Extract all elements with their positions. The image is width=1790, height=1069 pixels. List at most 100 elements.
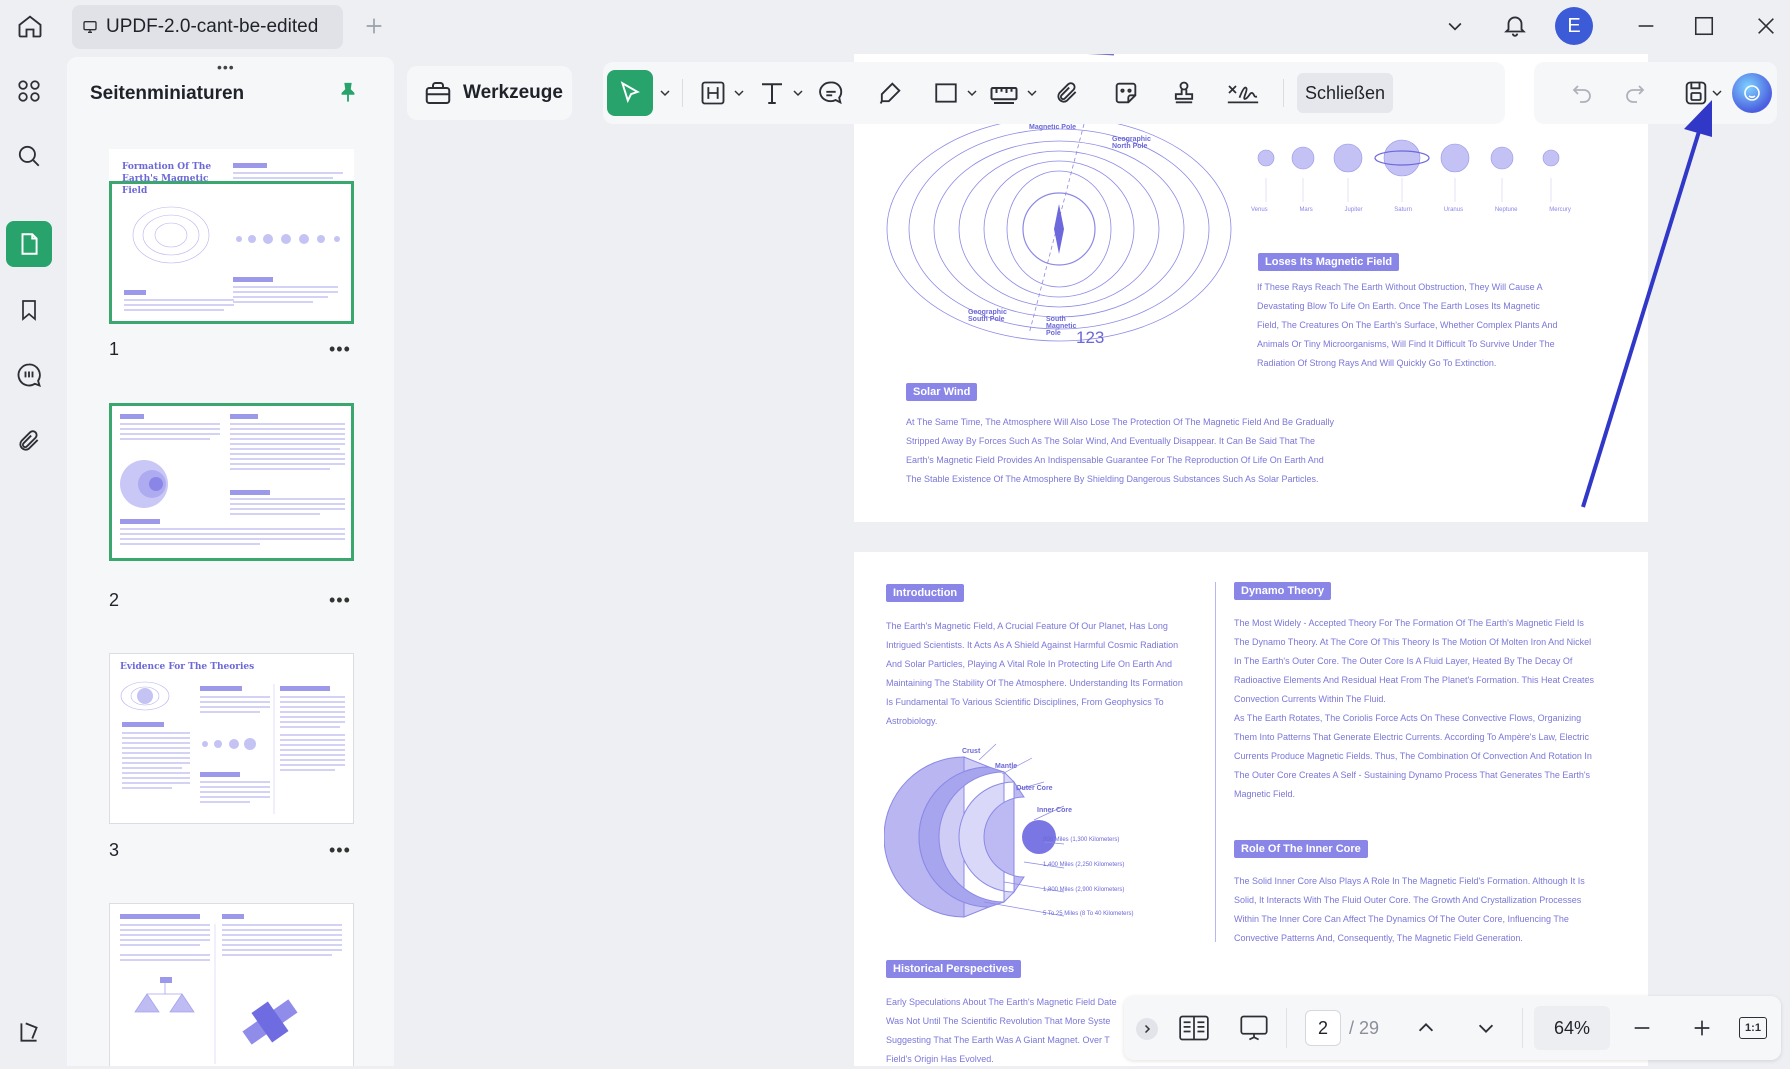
annotation-text[interactable]: 123 xyxy=(1076,328,1104,348)
chevron-down-icon[interactable] xyxy=(734,89,744,97)
planet-label: Mars xyxy=(1299,207,1313,213)
layer-label: Inner Core xyxy=(1037,807,1073,814)
ai-assistant-icon[interactable] xyxy=(1732,73,1772,113)
chevron-down-icon[interactable] xyxy=(967,89,977,97)
section-heading: Historical Perspectives xyxy=(886,960,1022,978)
tools-button[interactable]: Werkzeuge xyxy=(407,66,572,120)
text-line: Field's Origin Has Evolved. xyxy=(886,1054,994,1064)
close-toolbar-button[interactable]: Schließen xyxy=(1297,73,1393,113)
layer-label: Outer Core xyxy=(1016,785,1053,792)
planet-label: Venus xyxy=(1251,207,1268,213)
section-heading: Loses Its Magnetic Field xyxy=(1258,253,1400,271)
chevron-down-icon[interactable] xyxy=(1439,10,1471,42)
text-line: Field, The Creatures On The Earth's Surf… xyxy=(1257,320,1558,330)
thumb-content xyxy=(120,681,345,814)
text-line: If These Rays Reach The Earth Without Ob… xyxy=(1257,282,1543,292)
actual-size-button[interactable]: 1:1 xyxy=(1736,1010,1770,1046)
pin-icon[interactable] xyxy=(333,77,363,107)
loses-paragraph: If These Rays Reach The Earth Without Ob… xyxy=(1257,278,1597,373)
layers-icon[interactable] xyxy=(6,1009,52,1055)
comment-tool-icon[interactable] xyxy=(813,75,849,111)
home-icon[interactable] xyxy=(10,6,50,46)
layer-distance: 5 To 25 Miles (8 To 40 Kilometers) xyxy=(1043,911,1134,917)
close-window-icon[interactable] xyxy=(1750,10,1782,42)
left-rail xyxy=(0,54,58,1066)
monitor-icon xyxy=(82,19,98,35)
text-line: Solid, It Interacts With The Fluid Outer… xyxy=(1234,895,1582,905)
zoom-out-icon[interactable] xyxy=(1624,1010,1660,1046)
divider xyxy=(1286,1008,1287,1048)
page-layout-icon[interactable] xyxy=(1176,1010,1212,1046)
document-page-2: Introduction The Earth's Magnetic Field,… xyxy=(854,552,1648,1066)
avatar[interactable]: E xyxy=(1555,7,1593,45)
next-page-icon[interactable] xyxy=(1468,1010,1504,1046)
bookmark-icon[interactable] xyxy=(6,287,52,333)
zoom-in-icon[interactable] xyxy=(1684,1010,1720,1046)
comments-icon[interactable] xyxy=(6,352,52,398)
chevron-down-icon[interactable] xyxy=(660,89,670,97)
text-line: Earth's Magnetic Field Provides An Indis… xyxy=(906,455,1324,465)
paperclip-icon[interactable] xyxy=(1049,75,1085,111)
page-navigation-bar: 2 / 29 64% 1:1 xyxy=(1124,996,1781,1060)
highlight-tool-icon[interactable] xyxy=(695,75,731,111)
layer-distance: 1,400 Miles (2,250 Kilometers) xyxy=(1043,862,1125,868)
sticker-icon[interactable] xyxy=(1108,75,1144,111)
text-line: Stripped Away By Forces Such As The Sola… xyxy=(906,436,1316,446)
thumbnails-grid-icon[interactable] xyxy=(6,68,52,114)
text-line: Astrobiology. xyxy=(886,716,938,726)
text-line: Was Not Until The Scientific Revolution … xyxy=(886,1016,1111,1026)
text-line: Maintaining The Stability Of The Atmosph… xyxy=(886,678,1183,688)
text-line: Magnetic Field. xyxy=(1234,789,1296,799)
chevron-down-icon[interactable] xyxy=(1027,89,1037,97)
layer-label: Crust xyxy=(962,748,981,755)
text-line: The Earth's Magnetic Field, A Crucial Fe… xyxy=(886,621,1168,631)
measure-tool-icon[interactable] xyxy=(986,75,1022,111)
planet-labels: Venus Mars Jupiter Saturn Uranus Neptune… xyxy=(1251,207,1571,213)
signature-icon[interactable] xyxy=(1225,75,1261,111)
thumbnail-more-button[interactable]: ••• xyxy=(329,339,351,360)
diagram-label: Geographic North Pole xyxy=(1112,136,1151,150)
previous-page-icon[interactable] xyxy=(1408,1010,1444,1046)
attachment-icon[interactable] xyxy=(6,418,52,464)
page-number-input[interactable]: 2 xyxy=(1305,1010,1341,1046)
bell-icon[interactable] xyxy=(1498,8,1532,42)
text-line: Within The Inner Core Can Affect The Dyn… xyxy=(1234,914,1569,924)
maximize-icon[interactable] xyxy=(1688,10,1720,42)
thumbnail-panel: ••• Seitenminiaturen Formation Of The Ea… xyxy=(67,57,394,1066)
planet-label: Mercury xyxy=(1549,207,1571,213)
planet-label: Uranus xyxy=(1443,207,1464,213)
presentation-icon[interactable] xyxy=(1236,1010,1272,1046)
text-line: Early Speculations About The Earth's Mag… xyxy=(886,997,1117,1007)
search-icon[interactable] xyxy=(6,133,52,179)
expand-icon[interactable] xyxy=(1136,1018,1158,1040)
new-tab-icon[interactable] xyxy=(358,10,390,42)
thumbnail-number: 3 xyxy=(109,840,120,860)
toolbox-icon xyxy=(423,78,453,108)
thumb-content xyxy=(120,914,342,1064)
divider xyxy=(682,79,683,107)
text-line: The Dynamo Theory. At The Core Of This T… xyxy=(1234,637,1592,647)
planet-label: Neptune xyxy=(1494,207,1518,213)
fit-label: 1:1 xyxy=(1739,1017,1767,1039)
page-thumbnails-icon[interactable] xyxy=(6,221,52,267)
thumbnail-page-3[interactable]: Evidence For The Theories xyxy=(109,653,354,824)
thumbnail-page-4[interactable] xyxy=(109,903,354,1066)
thumbnail-more-button[interactable]: ••• xyxy=(329,590,351,611)
stamp-icon[interactable] xyxy=(1166,75,1202,111)
thumbnail-page-1[interactable]: Formation Of The Earth's Magnetic Field xyxy=(109,149,354,324)
select-tool-button[interactable] xyxy=(607,70,653,116)
thumbnail-page-2[interactable] xyxy=(109,403,354,561)
drag-handle-icon[interactable]: ••• xyxy=(217,59,235,75)
minimize-icon[interactable] xyxy=(1630,10,1662,42)
divider xyxy=(1283,79,1284,107)
thumbnail-more-button[interactable]: ••• xyxy=(329,840,351,861)
chevron-down-icon[interactable] xyxy=(793,89,803,97)
rectangle-tool-icon[interactable] xyxy=(928,75,964,111)
text-line: The Solid Inner Core Also Plays A Role I… xyxy=(1234,876,1585,886)
text-line: As The Earth Rotates, The Coriolis Force… xyxy=(1234,713,1582,723)
text-tool-icon[interactable] xyxy=(754,75,790,111)
zoom-level[interactable]: 64% xyxy=(1534,1006,1610,1050)
document-tab[interactable]: UPDF-2.0-cant-be-edited xyxy=(72,5,343,49)
pencil-tool-icon[interactable] xyxy=(872,75,908,111)
diagram-label: Magnetic Pole xyxy=(1029,124,1077,131)
